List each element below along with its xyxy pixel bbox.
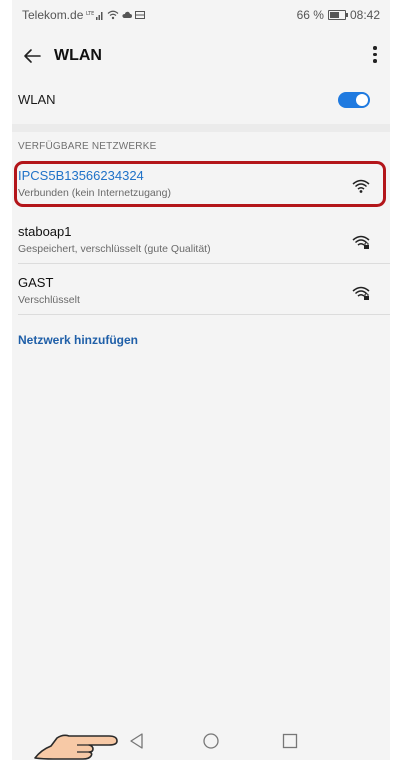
network-status: Gespeichert, verschlüsselt (gute Qualitä… — [18, 243, 211, 255]
wlan-toggle-switch[interactable] — [338, 92, 370, 108]
gallery-icon — [135, 11, 146, 19]
network-separator — [18, 263, 390, 264]
wifi-lock-icon — [352, 234, 370, 250]
battery-percent: 66 % — [296, 8, 324, 22]
connected-network-highlight — [14, 161, 386, 207]
status-left: Telekom.de LTE — [22, 8, 146, 22]
network-item[interactable]: staboap1 Gespeichert, verschlüsselt (gut… — [12, 220, 390, 264]
recent-square-icon[interactable] — [282, 733, 298, 749]
network-status: Verschlüsselt — [18, 294, 80, 306]
page-title: WLAN — [54, 47, 102, 64]
status-right: 66 % 08:42 — [297, 8, 380, 22]
section-divider — [12, 124, 390, 132]
vertical-dots-icon[interactable] — [370, 46, 380, 66]
network-separator — [18, 314, 390, 315]
carrier-name: Telekom.de — [22, 8, 84, 22]
pointing-hand-icon — [33, 724, 123, 760]
wlan-toggle-label: WLAN — [18, 92, 56, 107]
wifi-settings-screen: Telekom.de LTE 66 % 08:42 WLAN WLAN VERF… — [12, 0, 390, 760]
app-bar: WLAN — [12, 36, 390, 76]
available-networks-header: VERFÜGBARE NETZWERKE — [18, 141, 157, 152]
network-name: GAST — [18, 275, 54, 290]
add-network-link[interactable]: Netzwerk hinzufügen — [18, 333, 138, 347]
wlan-toggle-row[interactable]: WLAN — [12, 84, 390, 116]
cloud-icon — [122, 11, 133, 19]
clock: 08:42 — [349, 8, 380, 22]
cellular-signal-icon: LTE — [86, 10, 104, 20]
battery-icon — [327, 10, 348, 20]
network-item[interactable]: GAST Verschlüsselt — [12, 271, 390, 315]
back-triangle-icon[interactable] — [128, 732, 146, 750]
network-name: staboap1 — [18, 224, 72, 239]
home-circle-icon[interactable] — [202, 732, 220, 750]
wifi-lock-icon — [352, 285, 370, 301]
arrow-left-icon[interactable] — [22, 46, 42, 66]
svg-text:LTE: LTE — [86, 11, 94, 17]
status-wifi-icon — [107, 10, 119, 20]
toggle-knob — [356, 94, 368, 106]
status-bar: Telekom.de LTE 66 % 08:42 — [12, 0, 390, 30]
